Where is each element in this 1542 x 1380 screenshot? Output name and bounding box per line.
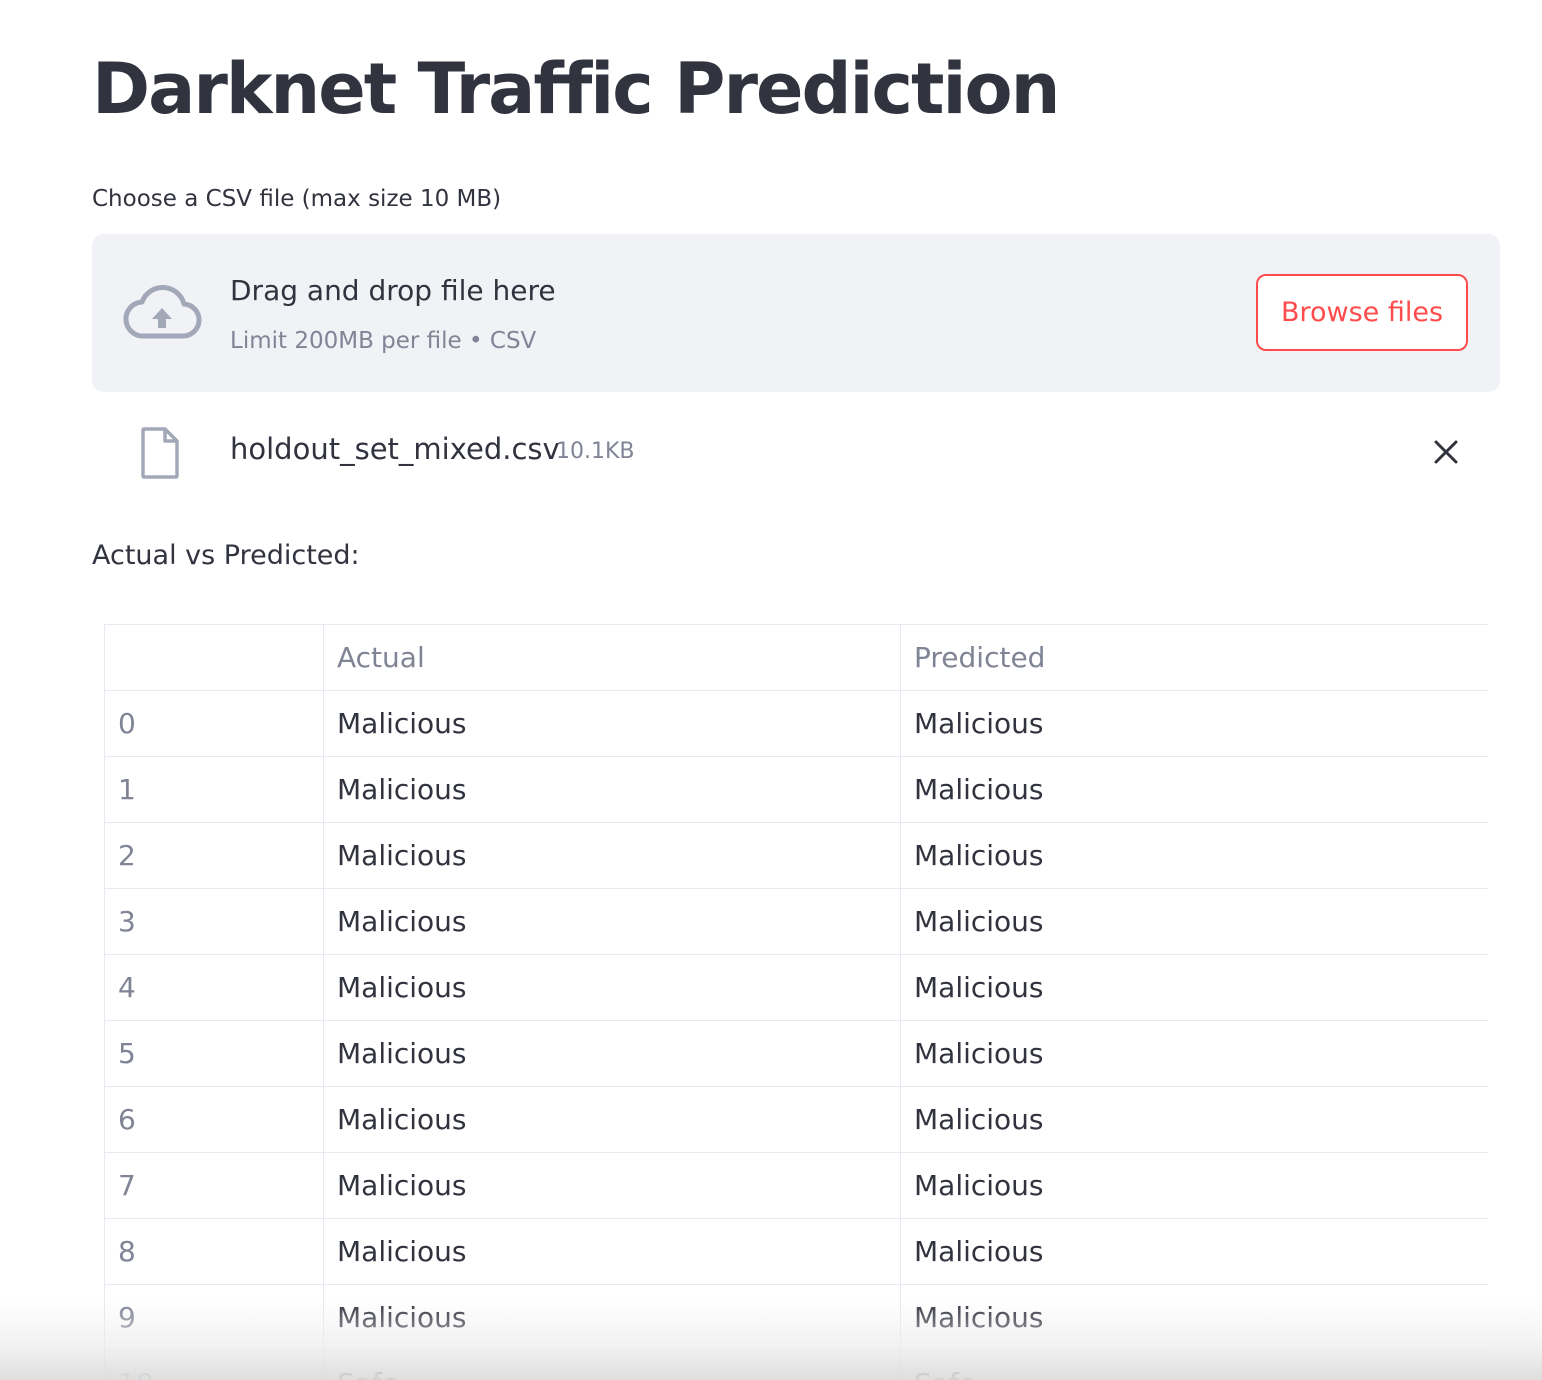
column-header-index[interactable] (104, 624, 324, 691)
uploaded-file-name: holdout_set_mixed.csv (230, 432, 560, 466)
actual-cell: Malicious (323, 888, 901, 955)
actual-cell: Safe (323, 1350, 901, 1380)
table-row: 0 Malicious Malicious (104, 690, 1488, 757)
predicted-cell: Malicious (900, 822, 1488, 889)
predicted-cell: Malicious (900, 756, 1488, 823)
row-index: 2 (104, 822, 324, 889)
actual-cell: Malicious (323, 1218, 901, 1285)
close-icon[interactable] (1428, 434, 1464, 470)
row-index: 1 (104, 756, 324, 823)
actual-cell: Malicious (323, 1086, 901, 1153)
column-header-predicted[interactable]: Predicted (900, 624, 1488, 691)
table-row: 5 Malicious Malicious (104, 1020, 1488, 1087)
table-row: 9 Malicious Malicious (104, 1284, 1488, 1351)
file-dropzone[interactable]: Drag and drop file here Limit 200MB per … (92, 234, 1500, 392)
actual-cell: Malicious (323, 1284, 901, 1351)
row-index: 5 (104, 1020, 324, 1087)
row-index: 7 (104, 1152, 324, 1219)
uploaded-file-item: holdout_set_mixed.csv 10.1KB (92, 420, 1500, 486)
table-row: 1 Malicious Malicious (104, 756, 1488, 823)
page-title: Darknet Traffic Prediction (92, 48, 1060, 130)
row-index: 3 (104, 888, 324, 955)
dropzone-instructions: Drag and drop file here (230, 274, 556, 307)
actual-cell: Malicious (323, 1152, 901, 1219)
predicted-cell: Malicious (900, 1086, 1488, 1153)
uploaded-file-size: 10.1KB (556, 439, 635, 464)
actual-cell: Malicious (323, 690, 901, 757)
predicted-cell: Malicious (900, 1284, 1488, 1351)
file-uploader-label: Choose a CSV file (max size 10 MB) (92, 186, 502, 212)
row-index: 4 (104, 954, 324, 1021)
actual-cell: Malicious (323, 954, 901, 1021)
table-row: 6 Malicious Malicious (104, 1086, 1488, 1153)
row-index: 0 (104, 690, 324, 757)
actual-cell: Malicious (323, 756, 901, 823)
table-row: 4 Malicious Malicious (104, 954, 1488, 1021)
results-table: Actual Predicted 0 Malicious Malicious 1… (104, 624, 1488, 1380)
predicted-cell: Malicious (900, 1152, 1488, 1219)
table-row: 3 Malicious Malicious (104, 888, 1488, 955)
table-row: 2 Malicious Malicious (104, 822, 1488, 889)
table-header-row: Actual Predicted (104, 624, 1488, 691)
actual-cell: Malicious (323, 822, 901, 889)
results-subheader: Actual vs Predicted: (92, 540, 360, 571)
predicted-cell: Safe (900, 1350, 1488, 1380)
row-index: 6 (104, 1086, 324, 1153)
table-row: 8 Malicious Malicious (104, 1218, 1488, 1285)
predicted-cell: Malicious (900, 954, 1488, 1021)
dropzone-limit: Limit 200MB per file • CSV (230, 328, 537, 354)
predicted-cell: Malicious (900, 690, 1488, 757)
file-icon (141, 427, 179, 479)
actual-cell: Malicious (323, 1020, 901, 1087)
row-index: 8 (104, 1218, 324, 1285)
column-header-actual[interactable]: Actual (323, 624, 901, 691)
row-index: 9 (104, 1284, 324, 1351)
browse-files-button[interactable]: Browse files (1256, 274, 1468, 351)
cloud-upload-icon (123, 284, 202, 339)
predicted-cell: Malicious (900, 1020, 1488, 1087)
row-index: 10 (104, 1350, 324, 1380)
table-row: 10 Safe Safe (104, 1350, 1488, 1380)
predicted-cell: Malicious (900, 888, 1488, 955)
app-page: Darknet Traffic Prediction Choose a CSV … (0, 0, 1542, 1380)
predicted-cell: Malicious (900, 1218, 1488, 1285)
table-row: 7 Malicious Malicious (104, 1152, 1488, 1219)
